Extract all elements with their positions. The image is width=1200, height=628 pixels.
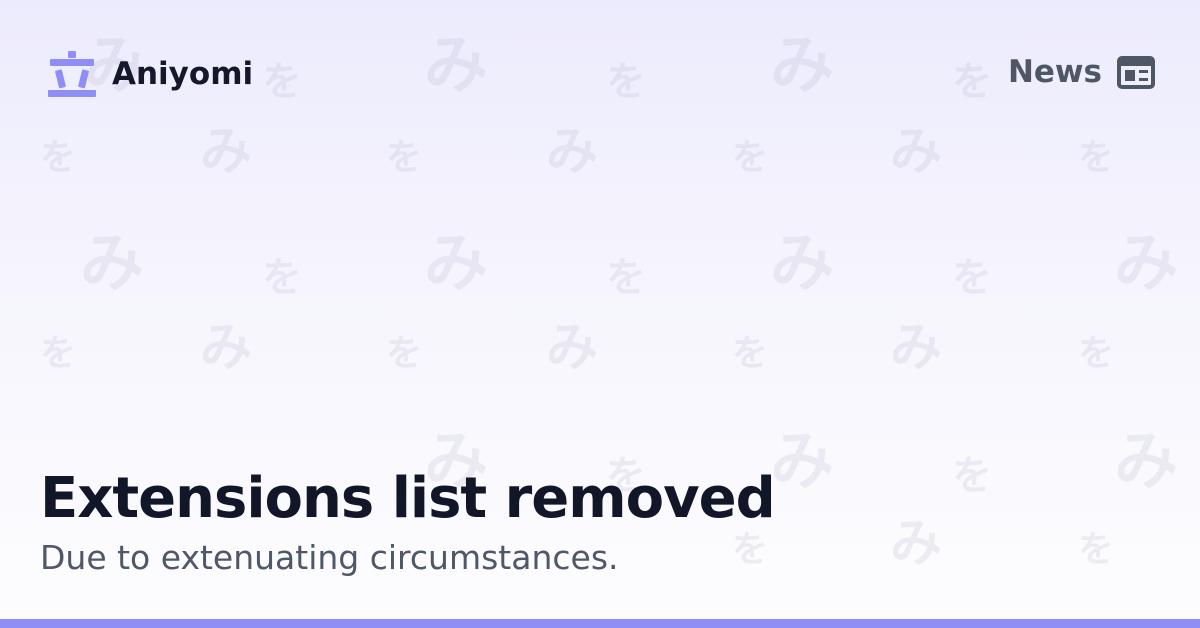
pattern-o-glyph: を [1078, 333, 1115, 374]
pattern-mi-glyph: み [770, 425, 834, 499]
pattern-mi-glyph: み [200, 122, 253, 182]
pattern-mi-glyph: み [546, 318, 599, 378]
pattern-mi-glyph: み [200, 318, 253, 378]
pattern-o-glyph: を [262, 59, 302, 105]
brand-name: Aniyomi [112, 56, 254, 92]
accent-bar [0, 619, 1200, 628]
pattern-o-glyph: を [732, 137, 769, 178]
pattern-mi-glyph: み [890, 318, 943, 378]
pattern-mi-glyph: み [1114, 425, 1178, 499]
pattern-o-glyph: を [1078, 137, 1115, 178]
pattern-o-glyph: を [952, 255, 992, 301]
pattern-o-glyph: を [606, 255, 646, 301]
pattern-mi-glyph: み [546, 122, 599, 182]
pattern-mi-glyph: み [424, 227, 488, 301]
pattern-o-glyph: を [732, 333, 769, 374]
pattern-mi-glyph: み [424, 29, 488, 103]
pattern-o-glyph: を [386, 333, 423, 374]
pattern-o-glyph: を [262, 255, 302, 301]
news-label: News [1007, 54, 1102, 90]
pattern-o-glyph: を [40, 333, 77, 374]
pattern-o-glyph: を [952, 453, 992, 499]
pattern-o-glyph: を [606, 59, 646, 105]
pattern-mi-glyph: み [890, 122, 943, 182]
pattern-mi-glyph: み [80, 227, 144, 301]
pattern-mi-glyph: み [1114, 227, 1178, 301]
newspaper-icon [1117, 56, 1155, 89]
pattern-o-glyph: を [732, 529, 769, 570]
pattern-mi-glyph: み [770, 227, 834, 301]
news-link[interactable]: News [1008, 52, 1156, 92]
page-subtitle: Due to extenuating circumstances. [40, 538, 619, 577]
pattern-mi-glyph: み [890, 514, 943, 574]
brand-header[interactable]: Aniyomi [46, 48, 253, 100]
page-title: Extensions list removed [40, 466, 776, 531]
pattern-o-glyph: を [952, 59, 992, 105]
pattern-o-glyph: を [40, 137, 77, 178]
pattern-o-glyph: を [1078, 529, 1115, 570]
aniyomi-logo-icon [48, 51, 96, 97]
pattern-o-glyph: を [386, 137, 423, 178]
pattern-mi-glyph: み [770, 29, 834, 103]
